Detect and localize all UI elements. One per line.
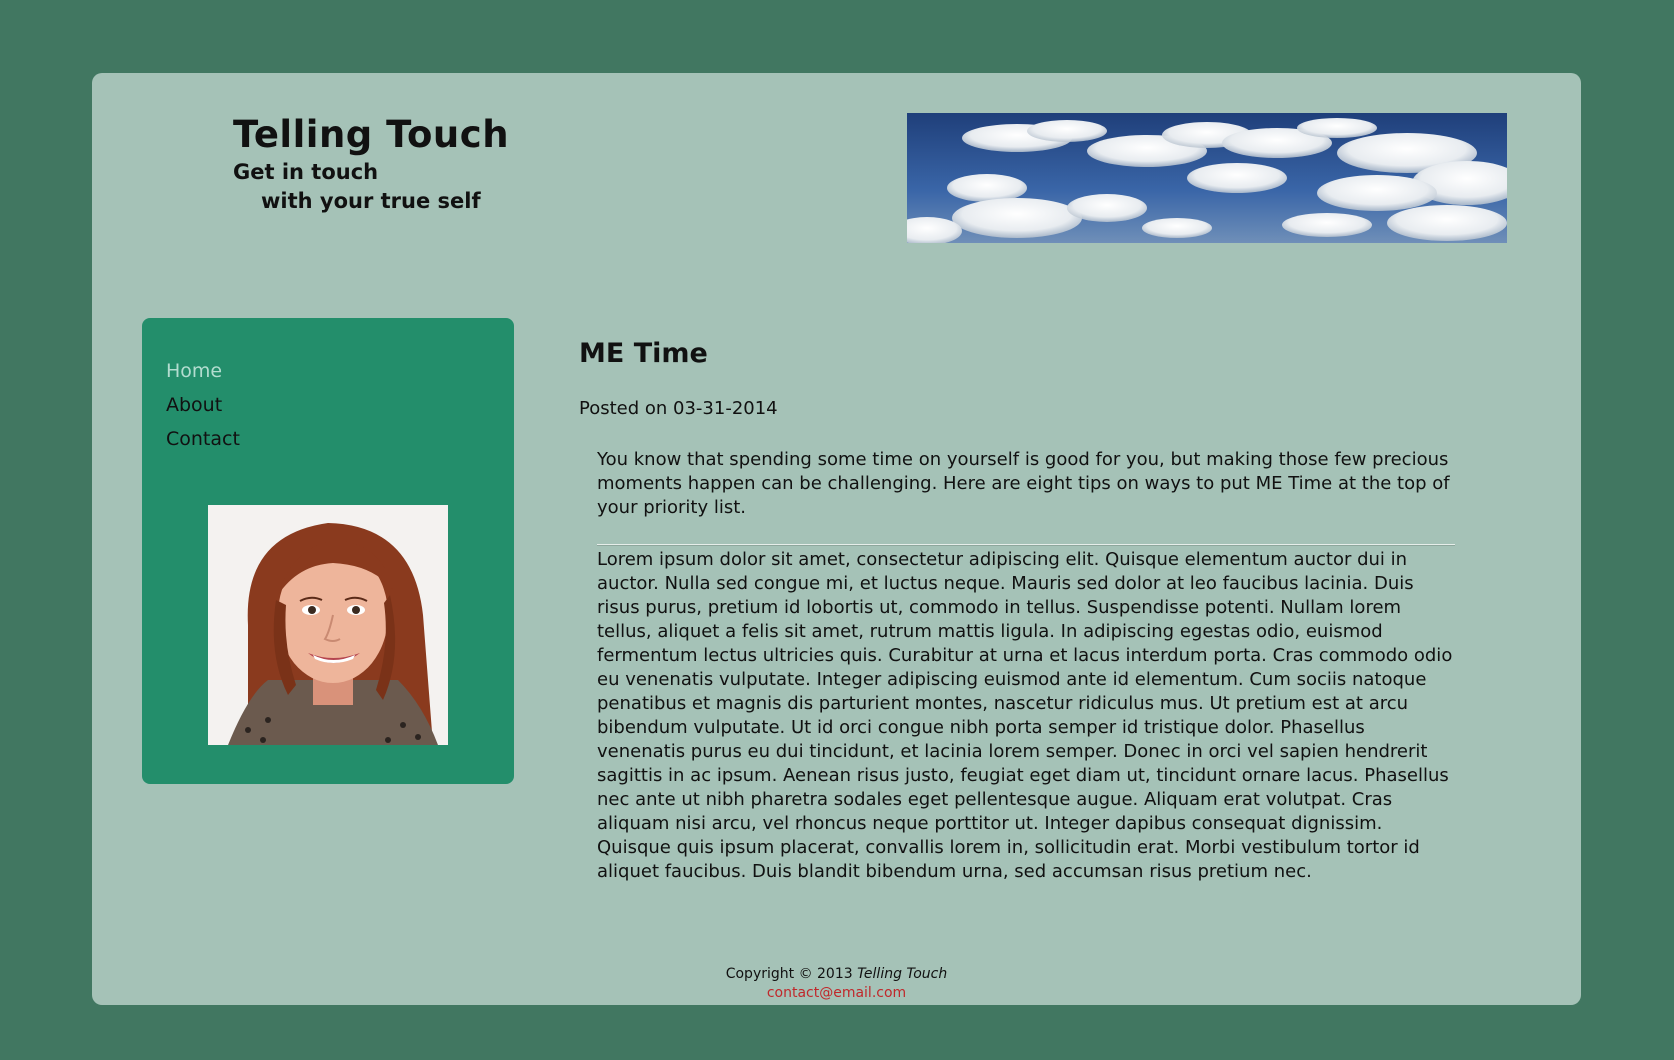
- content-divider: [597, 544, 1455, 546]
- sidebar: Home About Contact: [142, 318, 514, 784]
- sky-clouds-banner: [907, 113, 1507, 243]
- tagline-line-2: with your true self: [261, 189, 481, 213]
- tagline-line-1: Get in touch: [233, 160, 379, 184]
- copyright-text: Copyright © 2013: [725, 966, 853, 982]
- nav-item-contact[interactable]: Contact: [166, 422, 240, 456]
- footer: Copyright © 2013 Telling Touch contact@e…: [92, 965, 1581, 1003]
- copyright-line: Copyright © 2013 Telling Touch: [92, 965, 1581, 984]
- post-intro: You know that spending some time on your…: [597, 449, 1450, 518]
- site-title[interactable]: Telling Touch: [233, 113, 509, 156]
- copyright-brand: Telling Touch: [857, 966, 948, 982]
- woman-portrait-photo: [208, 505, 448, 745]
- post-body: Lorem ipsum dolor sit amet, consectetur …: [597, 549, 1453, 882]
- nav-item-about[interactable]: About: [166, 388, 240, 422]
- post-title: ME Time: [579, 338, 708, 369]
- post-date: Posted on 03-31-2014: [579, 398, 778, 419]
- nav-item-home[interactable]: Home: [166, 354, 240, 388]
- main-content: ME Time Posted on 03-31-2014 You know th…: [579, 338, 1479, 882]
- main-nav: Home About Contact: [166, 354, 240, 456]
- page-container: Telling Touch Get in touch with your tru…: [92, 73, 1581, 1005]
- contact-email-link[interactable]: contact@email.com: [767, 985, 906, 1001]
